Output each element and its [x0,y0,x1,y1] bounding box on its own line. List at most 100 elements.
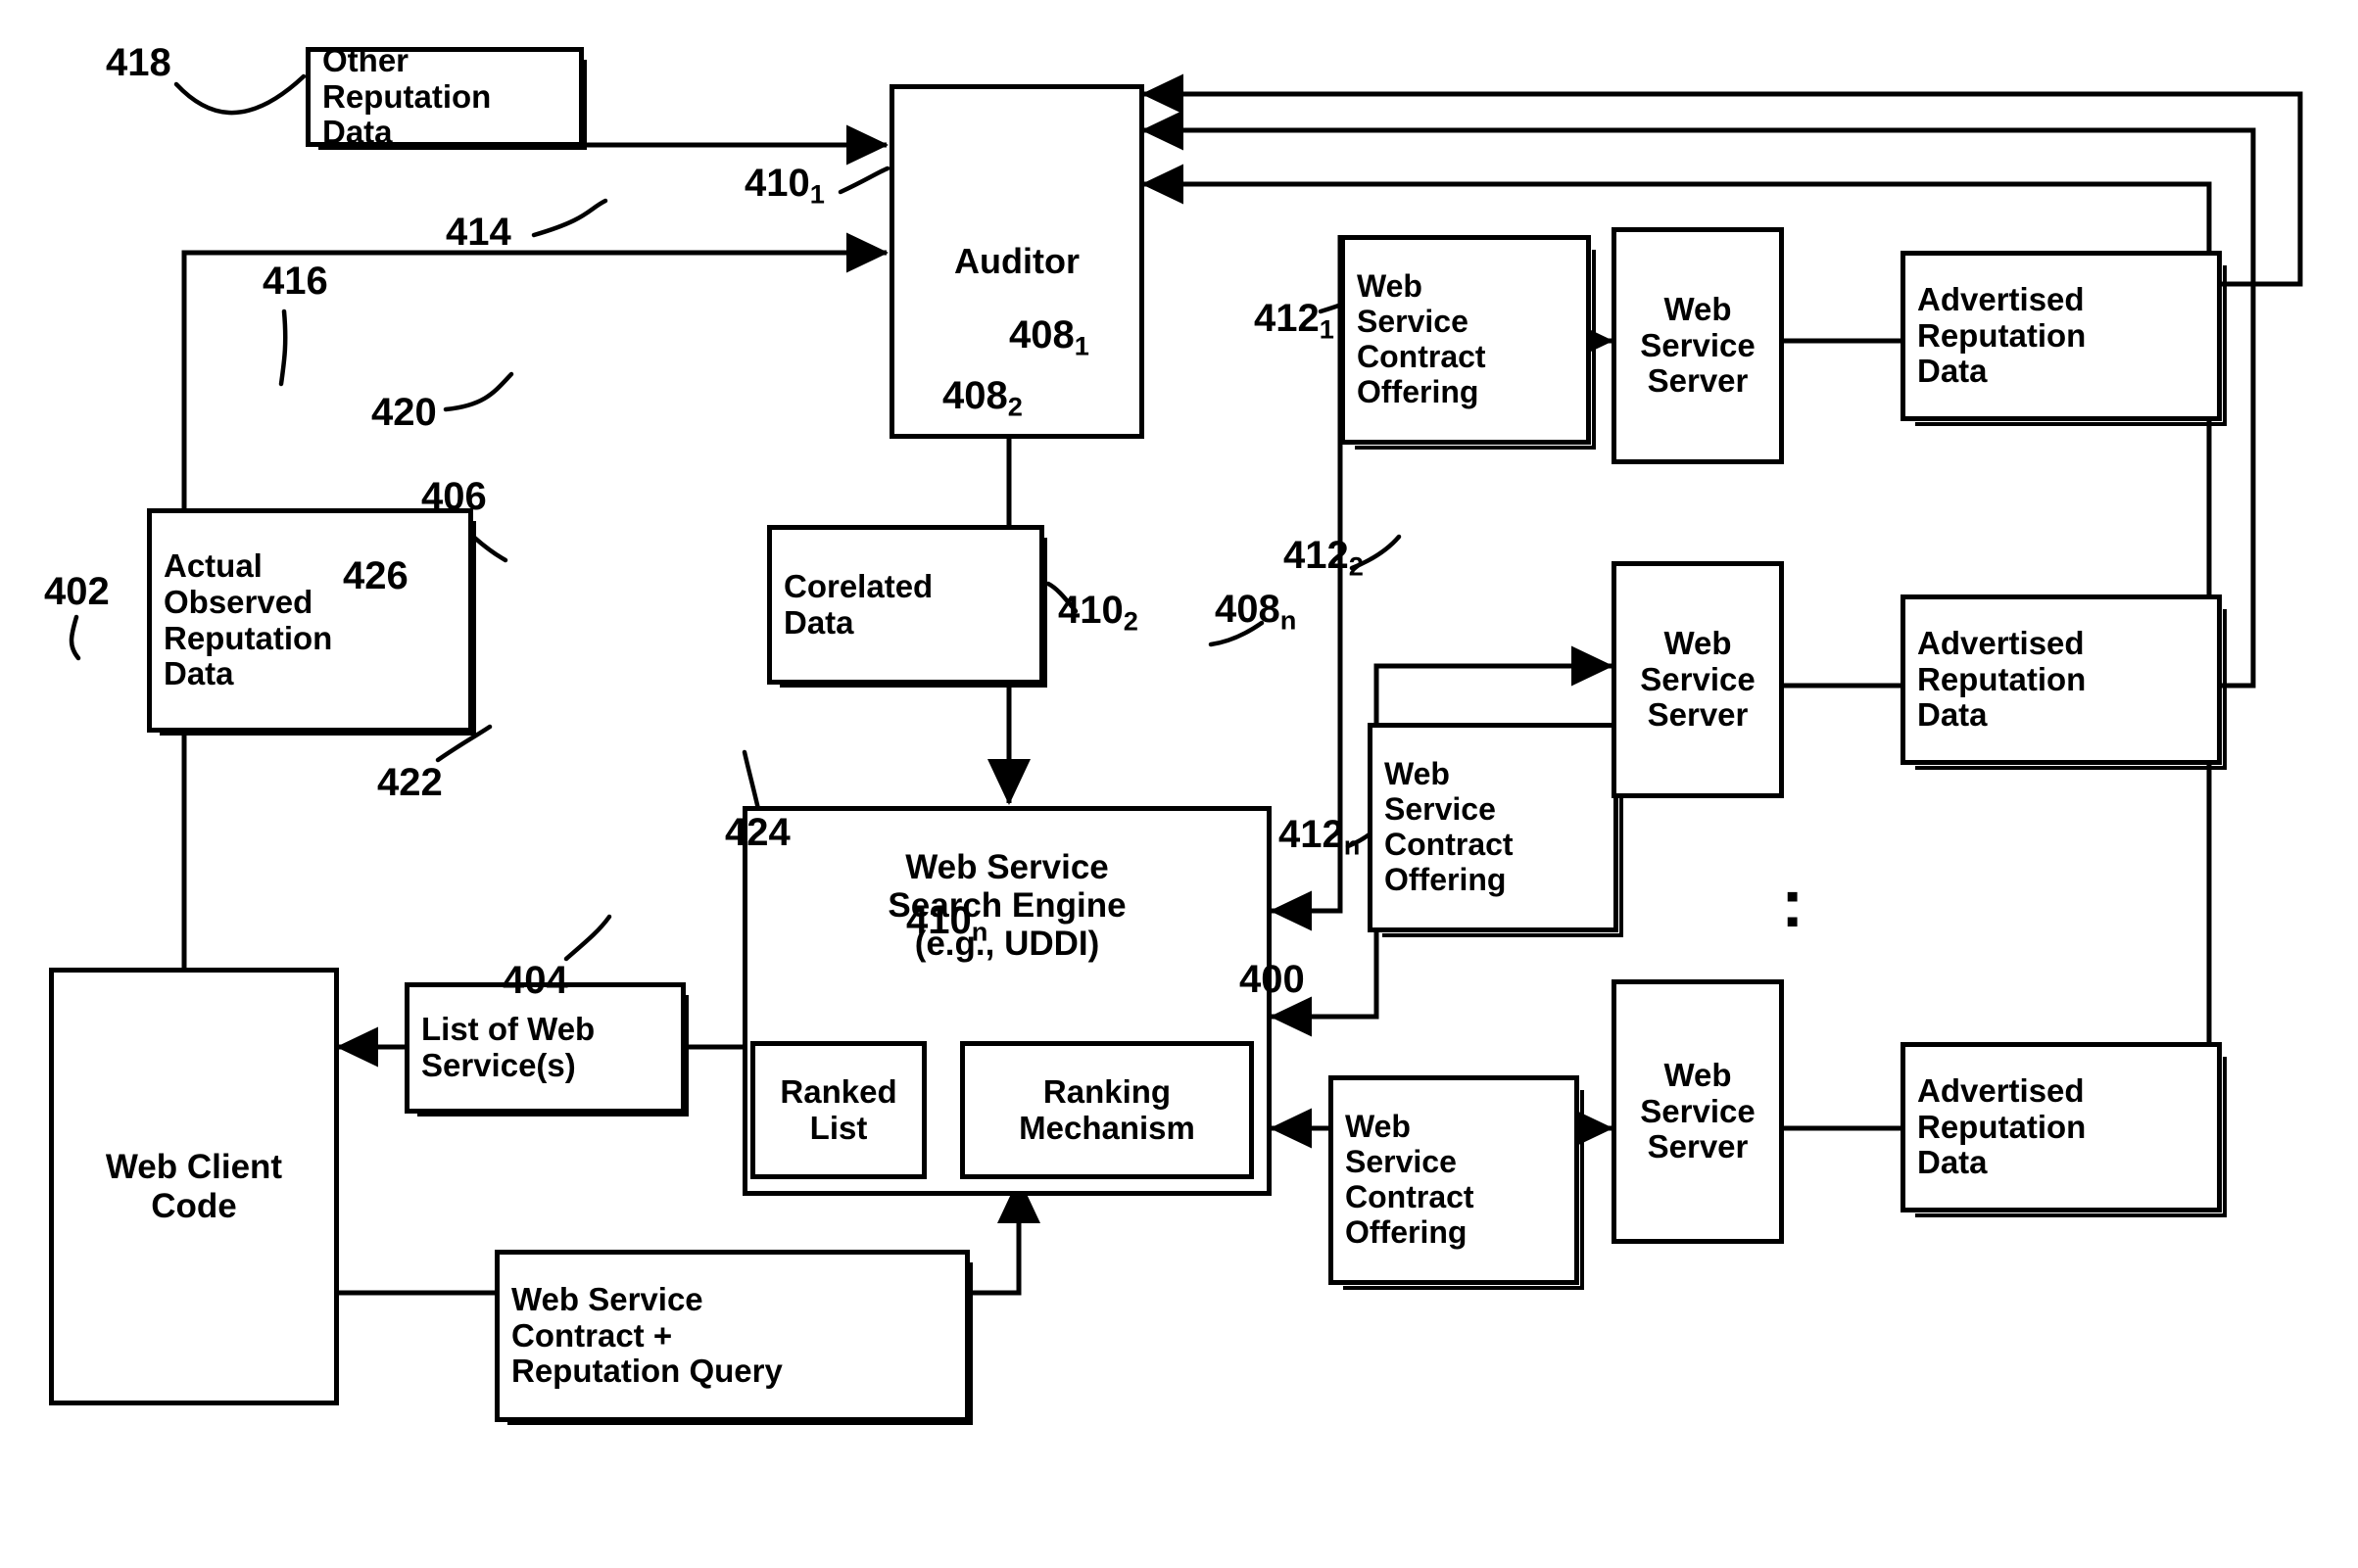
patent-figure-sheet: Other Reputation Data Auditor Actual Obs… [0,0,2358,1568]
ref-416: 416 [263,260,328,303]
block-line: Corelated [784,567,934,604]
block-line: Reputation Query [511,1353,783,1390]
block-line: Service [1640,660,1756,697]
block-corelated-data[interactable]: Corelated Data [767,525,1047,688]
block-line: Contract [1357,339,1486,374]
block-line: Service [1384,791,1496,828]
block-actual-observed-reputation-data[interactable]: Actual Observed Reputation Data [147,508,476,736]
block-advertised-reputation-data-2[interactable]: Advertised Reputation Data [1901,594,2227,770]
block-contract-offering-n[interactable]: Web Service Contract Offering [1328,1075,1584,1290]
block-line: Data [784,603,854,641]
block-web-client-code[interactable]: Web Client Code [49,968,339,1405]
wire-query-to-ranking [970,1177,1040,1296]
block-web-service-server-1[interactable]: Web Service Server [1612,227,1784,464]
block-web-service-server-n[interactable]: Web Service Server [1612,979,1784,1244]
ref-sub: 1 [809,178,825,210]
connector-layer [69,73,2303,1296]
block-line: Web [1663,624,1732,661]
block-advertised-reputation-data-1[interactable]: Advertised Reputation Data [1901,251,2227,426]
block-contract-reputation-query[interactable]: Web Service Contract + Reputation Query [495,1250,973,1425]
ref-base: 410 [1058,589,1124,632]
ref-410-n: 410n [906,899,987,948]
block-line: Web [1663,1056,1732,1093]
ref-base: 410 [745,162,810,205]
ref-base: 412 [1283,534,1349,577]
block-line: Actual [164,546,263,584]
ref-sub: 2 [1348,550,1364,582]
block-line: Advertised [1917,1071,2085,1109]
ref-410-2: 4102 [1058,589,1138,638]
leader-414 [531,198,608,238]
block-line: Offering [1345,1213,1468,1250]
leader-418 [173,73,307,116]
block-line: Observed [164,583,313,620]
ref-base: 408 [1009,313,1075,356]
leader-416 [278,309,288,387]
block-line: Data [322,114,393,151]
ref-base: 408 [942,374,1008,417]
ref-426: 426 [343,554,409,597]
block-line: Data [1917,353,1988,390]
ref-sub: 1 [1319,313,1334,345]
ref-400: 400 [1239,958,1305,1001]
block-line: Contract [1345,1179,1474,1214]
leader-402 [69,614,81,661]
ref-404: 404 [503,959,568,1002]
ref-410-1: 4101 [745,162,825,211]
block-line: Auditor [954,240,1080,281]
block-line: Web Service [905,848,1109,886]
block-line: Contract [1384,827,1514,862]
block-line: Data [164,655,234,692]
ref-408-n: 408n [1215,588,1296,637]
block-line: Web [1384,756,1450,792]
ref-sub: n [971,916,988,947]
block-line: Reputation [322,77,492,115]
ref-base: 410 [906,899,972,942]
block-ranking-mechanism[interactable]: Ranking Mechanism [960,1041,1254,1179]
block-line: Web [1663,290,1732,327]
block-web-service-server-2[interactable]: Web Service Server [1612,561,1784,798]
ref-base: 412 [1278,813,1344,856]
block-line: List of Web [421,1011,596,1048]
block-line: Server [1647,1128,1749,1165]
block-line: Advertised [1917,624,2085,661]
leader-410-1 [838,166,890,195]
ref-420: 420 [371,391,437,434]
block-line: Reputation [164,619,333,656]
ref-sub: n [1279,604,1297,636]
leader-404 [563,914,612,962]
block-line: Contract + [511,1316,673,1354]
block-contract-offering-1[interactable]: Web Service Contract Offering [1340,235,1596,450]
ref-sub: 1 [1074,330,1089,361]
block-line: Web Service [511,1280,703,1317]
vertical-ellipsis-marker: : [1781,865,1805,941]
block-line: Web Client [105,1148,283,1187]
block-line: Advertised [1917,280,2085,317]
ref-base: 408 [1215,588,1280,631]
block-line: Reputation [1917,1108,2087,1145]
block-line: Service [1640,326,1756,363]
block-line: Web [1345,1109,1411,1145]
block-contract-offering-2[interactable]: Web Service Contract Offering [1368,723,1623,937]
block-other-reputation-data[interactable]: Other Reputation Data [306,42,587,150]
block-line: Service [1640,1092,1756,1129]
block-line: Other [322,41,409,78]
ref-sub: 2 [1007,391,1023,422]
ref-412-2: 4122 [1283,534,1364,583]
block-line: Offering [1384,861,1507,897]
block-line: Mechanism [1019,1109,1195,1146]
ref-408-1: 4081 [1009,313,1089,362]
ref-406: 406 [421,475,487,518]
block-advertised-reputation-data-n[interactable]: Advertised Reputation Data [1901,1042,2227,1217]
block-line: Service(s) [421,1047,576,1083]
block-ranked-list[interactable]: Ranked List [750,1041,927,1179]
block-line: Reputation [1917,316,2087,354]
block-line: Ranking [1042,1072,1172,1110]
ref-sub: n [1343,830,1361,861]
block-line: Service [1345,1144,1457,1180]
ref-sub: 2 [1123,605,1138,637]
block-line: Code [151,1186,237,1225]
ref-414: 414 [446,211,511,254]
ref-422: 422 [377,761,443,804]
block-line: Reputation [1917,660,2087,697]
